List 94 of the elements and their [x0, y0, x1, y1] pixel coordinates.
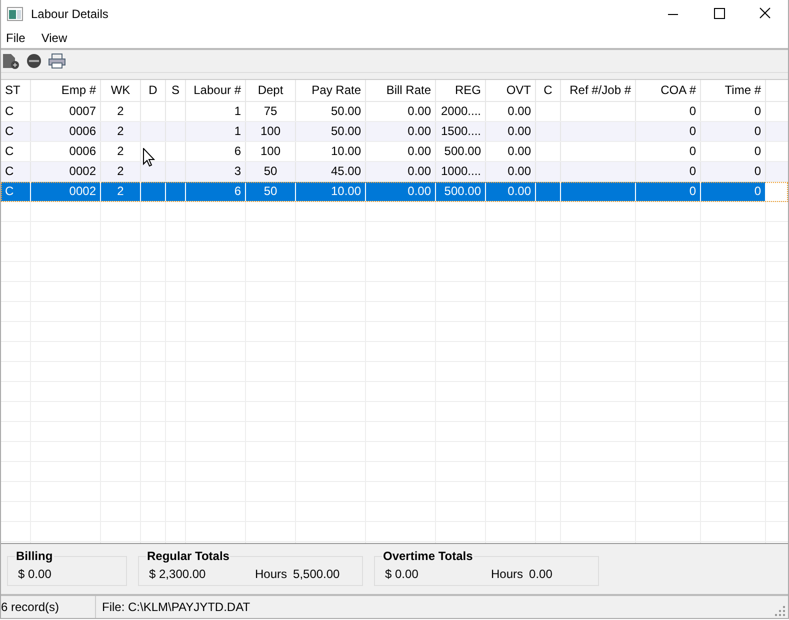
column-header[interactable]: D: [141, 80, 166, 101]
table-cell: 10.00: [330, 144, 361, 158]
table-row[interactable]: C 0002 2 3 50 45.00 0.00 1000.... 0.00 0 0: [1, 162, 788, 182]
table-row[interactable]: C 0006 2 1 100 50.00 0.00 1500.... 0.00 0 0: [1, 122, 788, 142]
table-cell: 0: [754, 164, 761, 178]
column-header[interactable]: C: [536, 80, 561, 101]
table-cell: 100: [260, 144, 281, 158]
table-cell: 0.00: [508, 164, 531, 178]
table-cell: 0002: [69, 184, 96, 198]
table-cell: 6: [234, 144, 241, 158]
resize-grip-icon[interactable]: [775, 606, 785, 616]
print-icon[interactable]: [48, 52, 66, 69]
table-cell: 0.00: [408, 164, 431, 178]
hours-value: 0.00: [529, 567, 552, 582]
table-cell: 500.00: [444, 144, 481, 158]
amount-value: $ 0.00: [385, 567, 420, 582]
new-document-icon[interactable]: [2, 52, 20, 69]
group-title: Regular Totals: [146, 549, 230, 564]
group-title: Overtime Totals: [382, 549, 474, 564]
table-cell: C: [5, 124, 14, 138]
hours-value: 5,500.00: [293, 567, 340, 582]
table-cell: 100: [260, 124, 281, 138]
table-cell: 75: [264, 104, 278, 118]
table-cell: 0: [689, 124, 696, 138]
table-cell: 50.00: [330, 124, 361, 138]
record-count: 6 record(s): [1, 596, 96, 618]
table-cell: 50: [264, 184, 278, 198]
table-cell: 0.00: [508, 184, 531, 198]
table-cell: 0: [754, 144, 761, 158]
column-header[interactable]: Time #: [701, 80, 766, 101]
table-cell: 0: [689, 144, 696, 158]
table-cell: 0006: [69, 124, 96, 138]
table-cell: 0.00: [508, 124, 531, 138]
table-cell: 0.00: [508, 144, 531, 158]
selected-row[interactable]: C 0002 2 6 50 10.00 0.00 500.00 0.00 0 0: [1, 182, 788, 202]
table-cell: 0006: [69, 144, 96, 158]
table-cell: 2: [117, 104, 124, 118]
table-cell: 10.00: [330, 184, 361, 198]
column-header[interactable]: Emp #: [31, 80, 101, 101]
table-cell: 0007: [69, 104, 96, 118]
table-cell: 45.00: [330, 164, 361, 178]
table-cell: 6: [234, 184, 241, 198]
group-title: Billing: [15, 549, 54, 564]
delete-icon[interactable]: [26, 52, 42, 69]
table-cell: 2000....: [440, 104, 481, 118]
table-cell: 50.00: [330, 104, 361, 118]
table-cell: 0: [754, 104, 761, 118]
table-cell: 0.00: [408, 124, 431, 138]
table-cell: 500.00: [444, 184, 481, 198]
table-cell: 2: [117, 144, 124, 158]
app-icon: [7, 7, 23, 21]
window-title: Labour Details: [31, 7, 110, 21]
table-cell: 0: [754, 124, 761, 138]
column-header[interactable]: Ref #/Job #: [561, 80, 636, 101]
amount-value: $ 0.00: [18, 567, 52, 582]
table-cell: 0.00: [508, 104, 531, 118]
table-cell: 1000....: [440, 164, 481, 178]
table-cell: 0.00: [408, 144, 431, 158]
table-cell: 2: [117, 184, 124, 198]
table-cell: C: [5, 144, 14, 158]
column-header[interactable]: Pay Rate: [296, 80, 366, 101]
column-header[interactable]: Dept: [246, 80, 296, 101]
table-cell: C: [5, 104, 14, 118]
hours-label: Hours: [491, 567, 524, 582]
column-header[interactable]: Labour #: [186, 80, 246, 101]
column-header[interactable]: REG: [436, 80, 486, 101]
table-cell: 0: [689, 184, 696, 198]
mouse-pointer-icon: [143, 148, 155, 167]
table-cell: 3: [234, 164, 241, 178]
column-header[interactable]: COA #: [636, 80, 701, 101]
column-header[interactable]: OVT: [486, 80, 536, 101]
column-header[interactable]: S: [166, 80, 186, 101]
table-cell: 0: [754, 184, 761, 198]
table-cell: 0: [689, 104, 696, 118]
table-cell: 1500....: [440, 124, 481, 138]
table-cell: 0002: [69, 164, 96, 178]
table-cell: 1: [234, 104, 241, 118]
table-cell: 50: [264, 164, 278, 178]
table-cell: 1: [234, 124, 241, 138]
column-header[interactable]: Bill Rate: [366, 80, 436, 101]
hours-label: Hours: [255, 567, 288, 582]
column-header[interactable]: WK: [101, 80, 141, 101]
table-cell: 2: [117, 124, 124, 138]
amount-value: $ 2,300.00: [149, 567, 207, 582]
menu-item[interactable]: File: [1, 30, 32, 45]
menu-item[interactable]: View: [35, 30, 74, 45]
table-cell: 2: [117, 164, 124, 178]
table-cell: C: [5, 164, 14, 178]
table-cell: 0.00: [408, 104, 431, 118]
column-header[interactable]: ST: [1, 80, 31, 101]
file-path: File: C:\KLM\PAYJYTD.DAT: [101, 600, 252, 614]
table-cell: 0.00: [408, 184, 431, 198]
table-cell: C: [5, 184, 14, 198]
table-cell: 0: [689, 164, 696, 178]
